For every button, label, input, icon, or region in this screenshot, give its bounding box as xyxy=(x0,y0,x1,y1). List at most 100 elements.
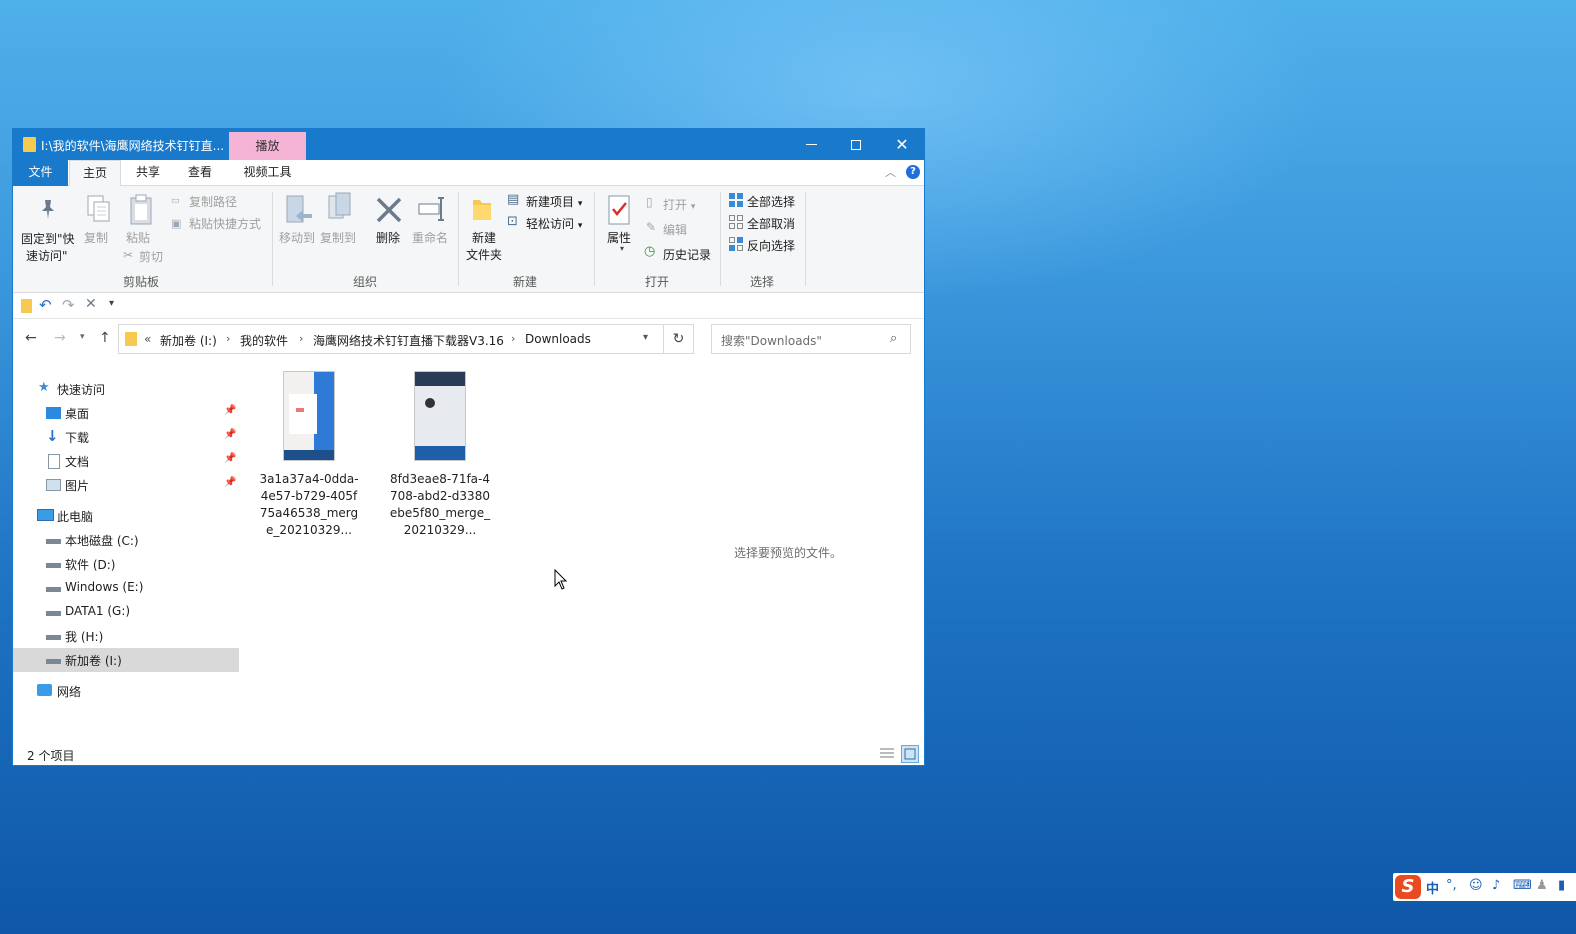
microphone-icon[interactable]: ♪ xyxy=(1492,878,1500,893)
rename-button[interactable]: 重命名 xyxy=(412,229,448,246)
search-box[interactable]: 搜索"Downloads" ⌕ xyxy=(711,324,911,354)
copy-path-button[interactable]: 复制路径 xyxy=(189,193,237,210)
breadcrumb-app-folder[interactable]: 海鹰网络技术钉钉直播下载器V3.16 xyxy=(313,332,504,349)
nav-drive-e[interactable]: Windows (E:) xyxy=(13,576,239,600)
open-button[interactable]: 打开 ▾ xyxy=(663,196,695,213)
title-bar[interactable]: I:\我的软件\海鹰网络技术钉钉直... 播放 ✕ xyxy=(13,129,924,160)
breadcrumb-downloads[interactable]: Downloads xyxy=(525,332,591,346)
user-icon[interactable]: ♟ xyxy=(1536,878,1548,893)
paste-shortcut-button[interactable]: 粘贴快捷方式 xyxy=(189,215,261,232)
nav-quick-access[interactable]: ★ 快速访问 xyxy=(13,377,239,401)
tab-home[interactable]: 主页 xyxy=(69,160,121,187)
quick-access-toolbar: ↶ ↷ ✕ ▾ xyxy=(13,293,924,319)
pin-quick-access-button[interactable]: 固定到"快 速访问" xyxy=(21,230,75,264)
picture-icon xyxy=(46,479,61,491)
file-item[interactable]: 8fd3eae8-71fa-4708-abd2-d3380ebe5f80_mer… xyxy=(388,371,492,539)
organize-group-label: 组织 xyxy=(353,275,378,289)
breadcrumb-my-software[interactable]: 我的软件 xyxy=(240,332,288,349)
pin-icon: 📌 xyxy=(224,453,237,464)
properties-button[interactable]: 属性 xyxy=(607,229,631,246)
nav-label: 网络 xyxy=(57,685,82,699)
cut-button[interactable]: 剪切 xyxy=(139,248,163,265)
emoji-icon[interactable]: ☺ xyxy=(1469,878,1483,893)
customize-toolbar-icon[interactable]: ▾ xyxy=(109,298,114,309)
nav-this-pc[interactable]: 此电脑 xyxy=(13,504,239,528)
tab-video-tools[interactable]: 视频工具 xyxy=(229,160,306,186)
minimize-button[interactable] xyxy=(788,129,834,160)
copy-icon xyxy=(86,194,112,227)
address-bar[interactable]: « 新加卷 (I:) › 我的软件 › 海鹰网络技术钉钉直播下载器V3.16 ›… xyxy=(118,324,664,354)
clipboard-group-label: 剪贴板 xyxy=(123,275,160,289)
history-button[interactable]: 历史记录 xyxy=(663,246,711,263)
ribbon-tabs: 文件 主页 共享 查看 视频工具 ︿ ? xyxy=(13,160,924,187)
rename-icon xyxy=(417,196,447,225)
nav-label: 下载 xyxy=(65,431,90,445)
back-arrow-icon[interactable]: ← xyxy=(25,330,37,346)
nav-drive-g[interactable]: DATA1 (G:) xyxy=(13,600,239,624)
copy-to-button[interactable]: 复制到 xyxy=(320,229,356,246)
ime-toolbar[interactable]: S 中 °, ☺ ♪ ⌨ ♟ ▮ xyxy=(1393,873,1576,901)
easy-access-button[interactable]: 轻松访问 ▾ xyxy=(526,215,582,232)
nav-label: 新加卷 (I:) xyxy=(65,654,122,668)
ime-punctuation[interactable]: °, xyxy=(1446,878,1457,893)
address-row: ← → ▾ ↑ « 新加卷 (I:) › 我的软件 › 海鹰网络技术钉钉直播下载… xyxy=(13,319,924,359)
nav-drive-i[interactable]: 新加卷 (I:) xyxy=(13,648,239,672)
pin-icon: 📌 xyxy=(224,477,237,488)
nav-downloads[interactable]: ↓ 下载 📌 xyxy=(13,425,239,449)
select-none-button[interactable]: 全部取消 xyxy=(747,215,795,232)
nav-drive-c[interactable]: 本地磁盘 (C:) xyxy=(13,528,239,552)
redo-icon[interactable]: ↷ xyxy=(62,296,75,314)
copy-button[interactable]: 复制 xyxy=(84,229,108,246)
tab-file[interactable]: 文件 xyxy=(13,160,68,186)
select-all-button[interactable]: 全部选择 xyxy=(747,193,795,210)
recent-locations-icon[interactable]: ▾ xyxy=(80,332,85,342)
tab-view[interactable]: 查看 xyxy=(175,160,225,186)
undo-icon[interactable]: ↶ xyxy=(39,296,52,314)
select-all-icon xyxy=(728,192,744,211)
details-view-icon[interactable] xyxy=(878,745,896,763)
ime-mode[interactable]: 中 xyxy=(1426,878,1439,897)
help-icon[interactable]: ? xyxy=(906,165,920,179)
nav-documents[interactable]: 文档 📌 xyxy=(13,449,239,473)
new-item-button[interactable]: 新建项目 ▾ xyxy=(526,193,582,210)
delete-icon[interactable]: ✕ xyxy=(85,296,97,312)
chevron-right-icon[interactable]: › xyxy=(511,332,515,345)
keyboard-icon[interactable]: ⌨ xyxy=(1513,878,1532,893)
collapse-ribbon-icon[interactable]: ︿ xyxy=(885,164,896,180)
nav-label: 本地磁盘 (C:) xyxy=(65,534,139,548)
maximize-button[interactable] xyxy=(833,129,879,160)
move-to-button[interactable]: 移动到 xyxy=(279,229,315,246)
large-icons-view-icon[interactable] xyxy=(901,745,919,763)
nav-drive-d[interactable]: 软件 (D:) xyxy=(13,552,239,576)
chevron-right-icon[interactable]: › xyxy=(226,332,230,345)
refresh-icon[interactable]: ↻ xyxy=(664,324,694,354)
invert-selection-button[interactable]: 反向选择 xyxy=(747,237,795,254)
search-input[interactable]: 搜索"Downloads" xyxy=(721,332,822,349)
nav-drive-h[interactable]: 我 (H:) xyxy=(13,624,239,648)
breadcrumb-drive[interactable]: 新加卷 (I:) xyxy=(160,332,217,349)
nav-network[interactable]: 网络 xyxy=(13,679,239,703)
nav-pictures[interactable]: 图片 📌 xyxy=(13,473,239,497)
chevron-right-icon[interactable]: › xyxy=(299,332,303,345)
paste-button[interactable]: 粘贴 xyxy=(126,229,150,246)
context-tab-play[interactable]: 播放 xyxy=(229,132,306,160)
tab-share[interactable]: 共享 xyxy=(123,160,173,186)
chevron-down-icon[interactable]: ▾ xyxy=(643,332,648,343)
file-explorer-window: I:\我的软件\海鹰网络技术钉钉直... 播放 ✕ 文件 主页 共享 查看 视频… xyxy=(12,128,925,766)
separator xyxy=(805,192,806,286)
forward-arrow-icon[interactable]: → xyxy=(54,330,66,346)
separator xyxy=(594,192,595,286)
delete-button[interactable]: 删除 xyxy=(376,229,400,246)
nav-label: 此电脑 xyxy=(57,510,94,524)
drive-icon xyxy=(46,539,61,544)
star-icon: ★ xyxy=(38,380,50,395)
skin-icon[interactable]: ▮ xyxy=(1558,878,1565,893)
maximize-icon xyxy=(851,139,861,150)
new-folder-button[interactable]: 新建 文件夹 xyxy=(466,229,502,263)
up-arrow-icon[interactable]: ↑ xyxy=(99,330,111,346)
breadcrumb-overflow[interactable]: « xyxy=(144,332,151,346)
file-item[interactable]: 3a1a37a4-0dda-4e57-b729-405f75a46538_mer… xyxy=(257,371,361,539)
nav-desktop[interactable]: 桌面 📌 xyxy=(13,401,239,425)
edit-button[interactable]: 编辑 xyxy=(663,221,687,238)
close-button[interactable]: ✕ xyxy=(879,129,924,160)
